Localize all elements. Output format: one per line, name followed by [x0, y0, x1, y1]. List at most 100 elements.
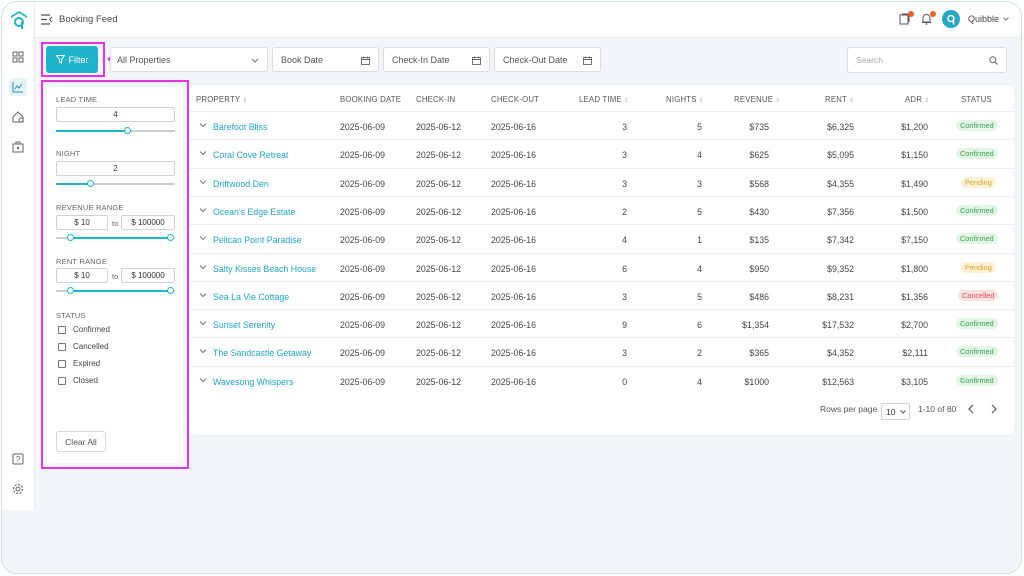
settings-gear-icon[interactable] — [9, 480, 27, 498]
table-row[interactable]: Wavesong Whispers 2025-06-09 2025-06-12 202… — [189, 365, 1014, 394]
adr-cell: $7,150 — [901, 235, 928, 246]
table-row[interactable]: Salty Kisses Beach House 2025-06-09 2025-0… — [189, 252, 1014, 281]
dashboard-icon[interactable] — [9, 48, 27, 66]
column-header-status[interactable]: STATUS — [961, 95, 992, 104]
analytics-chart-icon[interactable] — [9, 78, 27, 96]
check-out-cell: 2025-06-16 — [491, 122, 536, 132]
table-row[interactable]: Sea La Vie Cottage 2025-06-09 2025-06-12 20… — [189, 280, 1014, 309]
property-link[interactable]: Pelican Point Paradise — [213, 235, 302, 245]
column-header-check-out[interactable]: CHECK-OUT — [491, 95, 539, 104]
property-link[interactable]: Wavesong Whispers — [213, 377, 293, 387]
table-row[interactable]: Pelican Point Paradise 2025-06-09 2025-06-… — [189, 224, 1014, 252]
rent-min-handle[interactable] — [66, 287, 74, 294]
property-link[interactable]: Sea La Vie Cottage — [213, 292, 289, 302]
property-link[interactable]: The Sandcastle Getaway — [213, 348, 311, 358]
checkbox[interactable] — [58, 376, 66, 385]
table-row[interactable]: The Sandcastle Getaway 2025-06-09 2025-06-… — [189, 337, 1014, 365]
property-link[interactable]: Coral Cove Retreat — [213, 150, 288, 160]
column-header-check-in[interactable]: CHECK-IN — [416, 95, 455, 104]
property-link[interactable]: Salty Kisses Beach House — [213, 264, 316, 274]
avatar[interactable] — [941, 10, 960, 28]
expand-chevron-icon[interactable] — [199, 263, 207, 271]
rent-min-input[interactable]: $ 10 — [56, 268, 108, 283]
tasks-icon[interactable] — [898, 11, 914, 26]
revenue-min-input[interactable]: $ 10 — [56, 215, 108, 230]
column-header-booking-date[interactable]: BOOKING DATE — [340, 95, 401, 104]
help-icon[interactable]: ? — [9, 450, 27, 468]
next-page-icon[interactable] — [990, 404, 998, 414]
rent-cell: $8,231 — [827, 291, 854, 302]
check-in-date-picker[interactable]: Check-In Date — [383, 47, 490, 72]
property-link[interactable]: Barefoot Bliss — [213, 122, 267, 132]
filter-button[interactable]: Filter — [46, 46, 98, 73]
checkbox[interactable] — [58, 325, 66, 334]
expand-chevron-icon[interactable] — [199, 376, 207, 384]
rows-per-page-select[interactable]: 10 — [881, 403, 910, 420]
table-row[interactable]: Ocean's Edge Estate 2025-06-09 2025-06-12 2… — [189, 195, 1014, 224]
nights-cell: 5 — [697, 206, 702, 217]
lead-time-slider-handle[interactable] — [123, 127, 131, 134]
property-link[interactable]: Ocean's Edge Estate — [213, 207, 295, 217]
check-out-cell: 2025-06-16 — [491, 291, 536, 302]
expand-chevron-icon[interactable] — [199, 291, 207, 299]
status-checkbox-expired[interactable]: Expired — [58, 359, 100, 368]
check-out-cell: 2025-06-16 — [491, 206, 536, 217]
status-checkbox-cancelled[interactable]: Cancelled — [58, 342, 109, 351]
app-logo-icon[interactable] — [10, 10, 28, 30]
column-header-rent[interactable]: RENT ⇕ — [825, 95, 854, 104]
property-select[interactable]: All Properties — [110, 47, 268, 72]
revenue-range-slider[interactable] — [56, 234, 175, 241]
expand-chevron-icon[interactable] — [199, 178, 207, 186]
night-slider[interactable] — [56, 180, 175, 187]
booking-icon[interactable] — [9, 138, 27, 156]
lead-time-slider[interactable] — [56, 127, 175, 134]
check-out-date-picker[interactable]: Check-Out Date — [494, 47, 601, 72]
property-link[interactable]: Sunset Serenity — [213, 320, 275, 330]
check-in-cell: 2025-06-12 — [416, 376, 461, 387]
table-row[interactable]: Driftwood Den 2025-06-09 2025-06-12 2025-06… — [189, 167, 1014, 196]
clear-all-button[interactable]: Clear All — [56, 431, 106, 452]
table-row[interactable]: Sunset Serenity 2025-06-09 2025-06-12 2025-… — [189, 309, 1014, 337]
user-menu-chevron-icon[interactable] — [1003, 17, 1009, 21]
check-in-date-label: Check-In Date — [392, 54, 450, 65]
revenue-max-handle[interactable] — [166, 234, 174, 241]
notification-bell-icon[interactable] — [920, 11, 936, 26]
expand-chevron-icon[interactable] — [199, 234, 207, 242]
revenue-min-handle[interactable] — [66, 234, 74, 241]
search-input[interactable]: Search — [847, 47, 1007, 73]
expand-chevron-icon[interactable] — [199, 121, 207, 129]
expand-chevron-icon[interactable] — [199, 149, 207, 157]
table-row[interactable]: Coral Cove Retreat 2025-06-09 2025-06-12 20… — [189, 139, 1014, 167]
book-date-picker[interactable]: Book Date — [272, 47, 379, 72]
rent-max-input[interactable]: $ 100000 — [121, 268, 175, 283]
chevron-down-icon — [900, 410, 906, 414]
column-header-adr[interactable]: ADR ⇕ — [905, 95, 929, 104]
night-slider-handle[interactable] — [87, 180, 94, 187]
status-checkbox-confirmed[interactable]: Confirmed — [58, 325, 110, 334]
property-link[interactable]: Driftwood Den — [213, 179, 269, 189]
user-name[interactable]: Quibble — [968, 14, 999, 24]
lead-time-input[interactable]: 4 — [56, 107, 175, 122]
column-header-lead-time[interactable]: LEAD TIME ⇕ — [579, 95, 629, 104]
previous-page-icon[interactable] — [967, 404, 975, 414]
rent-max-handle[interactable] — [166, 287, 174, 294]
expand-chevron-icon[interactable] — [199, 206, 207, 214]
column-header-property[interactable]: PROPERTY ⇕ — [196, 95, 248, 104]
checkbox[interactable] — [58, 342, 66, 351]
expand-chevron-icon[interactable] — [199, 319, 207, 327]
search-icon[interactable] — [989, 56, 998, 65]
checkbox[interactable] — [58, 359, 66, 368]
rent-range-slider[interactable] — [56, 287, 175, 294]
night-input[interactable]: 2 — [56, 161, 175, 176]
column-header-nights[interactable]: NIGHTS ⇕ — [666, 95, 704, 104]
property-settings-icon[interactable] — [9, 108, 27, 126]
expand-chevron-icon[interactable] — [199, 347, 207, 355]
adr-cell: $1,490 — [901, 178, 928, 189]
column-header-revenue[interactable]: REVENUE ⇕ — [734, 95, 780, 104]
menu-collapse-icon[interactable] — [40, 14, 53, 25]
status-badge: Confirmed — [956, 346, 998, 358]
table-row[interactable]: Barefoot Bliss 2025-06-09 2025-06-12 2025-0… — [189, 111, 1014, 139]
revenue-max-input[interactable]: $ 100000 — [121, 215, 175, 230]
adr-cell: $3,105 — [901, 376, 928, 387]
status-checkbox-closed[interactable]: Closed — [58, 376, 98, 385]
